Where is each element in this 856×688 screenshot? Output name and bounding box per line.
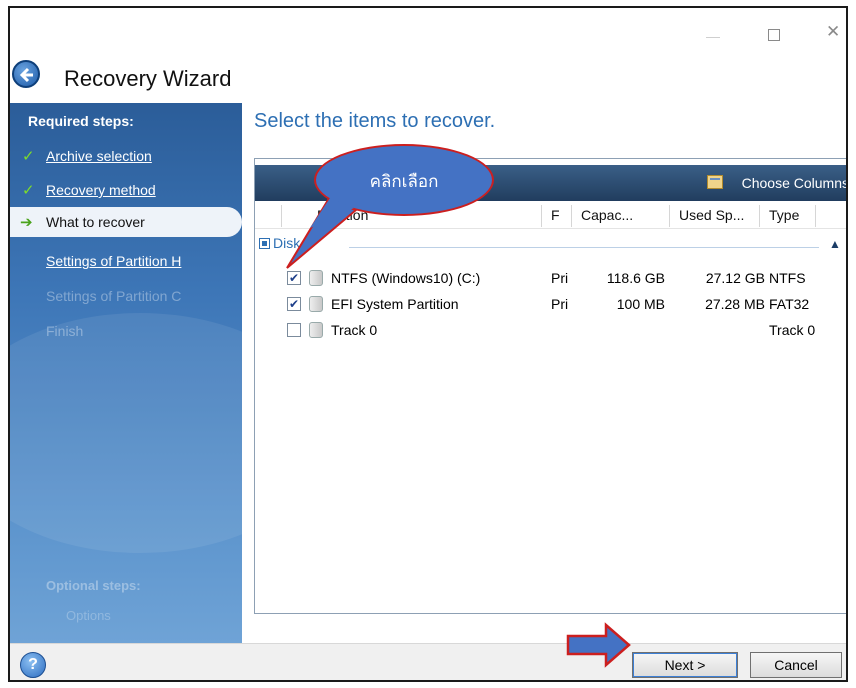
check-icon: ✓ [22, 148, 35, 165]
column-used-space[interactable]: Used Sp... [679, 207, 744, 223]
partition-icon [309, 322, 323, 338]
current-step-arrow-icon: ➔ [20, 214, 33, 231]
nav-archive-selection[interactable]: Archive selection [46, 148, 152, 164]
row-checkbox[interactable]: ✔ [287, 271, 301, 285]
minimize-button[interactable] [706, 37, 720, 38]
next-button[interactable]: Next > [632, 652, 738, 678]
wizard-sidebar: Required steps: ✓ Archive selection ✓ Re… [10, 103, 242, 643]
table-row[interactable]: ✔ NTFS (Windows10) (C:) Pri 118.6 GB 27.… [255, 267, 846, 293]
partition-list: Choose Columns Partition F Capac... Used… [254, 158, 846, 614]
nav-finish: Finish [46, 323, 84, 339]
cancel-button[interactable]: Cancel [750, 652, 842, 678]
page-title: Select the items to recover. [254, 110, 496, 132]
wizard-window: ✕ Recovery Wizard Required steps: ✓ Arch… [8, 6, 848, 682]
maximize-button[interactable] [768, 29, 780, 41]
column-capacity[interactable]: Capac... [581, 207, 633, 223]
required-steps-heading: Required steps: [28, 113, 134, 129]
row-checkbox[interactable] [287, 323, 301, 337]
collapse-chevron-icon[interactable]: ▲ [829, 237, 841, 251]
optional-steps-heading: Optional steps: [46, 578, 141, 593]
button-bar: ? Next > Cancel [10, 643, 846, 680]
partition-icon [309, 296, 323, 312]
window-title: Recovery Wizard [64, 66, 232, 91]
row-checkbox[interactable]: ✔ [287, 297, 301, 311]
disk-icon [259, 238, 270, 249]
disk-group-label: Disk 1 [273, 235, 312, 251]
choose-columns-button[interactable]: Choose Columns [742, 175, 846, 191]
pointer-arrow-icon [566, 622, 631, 668]
disk-group-header[interactable]: Disk 1 [259, 235, 312, 251]
table-row[interactable]: ✔ EFI System Partition Pri 100 MB 27.28 … [255, 293, 846, 319]
close-button[interactable]: ✕ [826, 22, 840, 42]
nav-settings-partition-h[interactable]: Settings of Partition H [46, 253, 181, 269]
nav-settings-partition-c: Settings of Partition C [46, 288, 182, 304]
nav-what-to-recover-label: What to recover [46, 214, 145, 230]
check-icon: ✓ [22, 182, 35, 199]
help-button[interactable]: ? [20, 652, 46, 678]
nav-recovery-method[interactable]: Recovery method [46, 182, 156, 198]
column-flags[interactable]: F [551, 207, 560, 223]
callout-text: คลิกเลือก [369, 172, 439, 192]
choose-columns-icon[interactable] [707, 175, 723, 189]
table-row[interactable]: Track 0 Track 0 [255, 319, 846, 345]
nav-what-to-recover[interactable]: ➔ What to recover [10, 207, 242, 237]
back-arrow-icon[interactable] [12, 60, 40, 88]
column-type[interactable]: Type [769, 207, 799, 223]
partition-icon [309, 270, 323, 286]
nav-options: Options [66, 608, 111, 623]
